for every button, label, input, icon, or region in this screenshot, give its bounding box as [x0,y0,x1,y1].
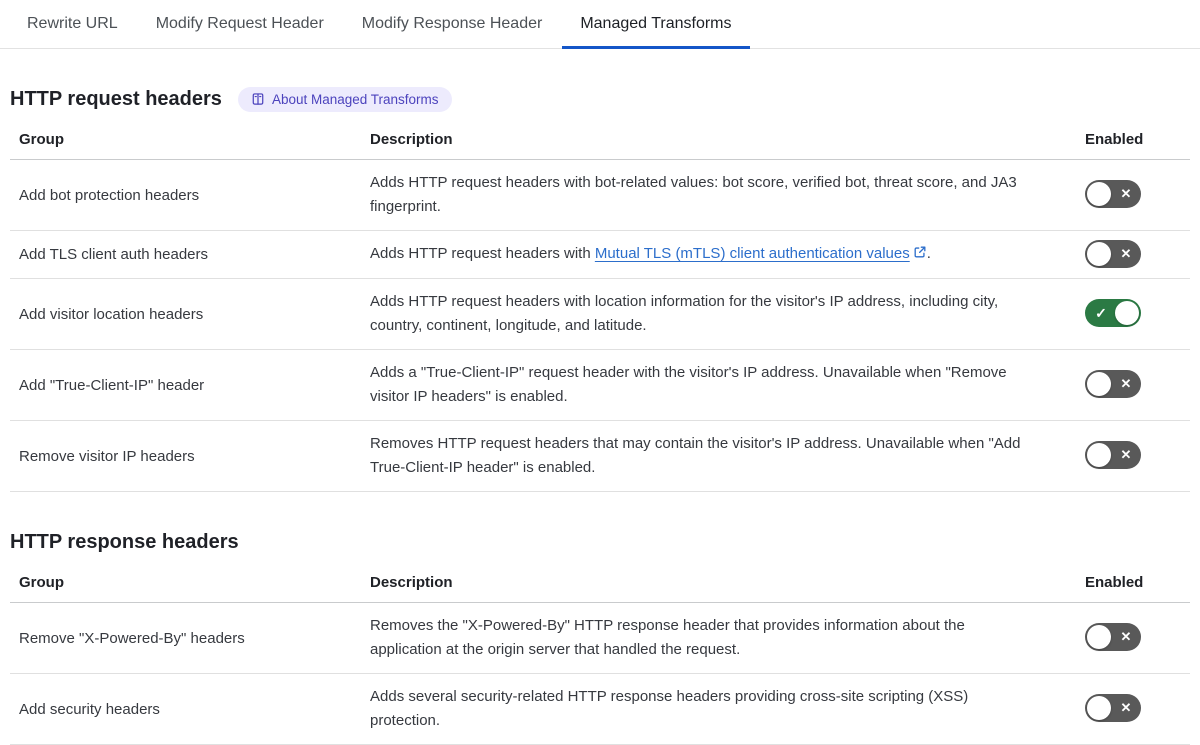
x-icon: ✕ [1120,447,1132,462]
toggle-add-bot-protection-headers[interactable]: ✕ [1085,180,1141,208]
table-row-remove-visitor-ip-headers: Remove visitor IP headers Removes HTTP r… [10,420,1190,492]
section-title: HTTP request headers [10,88,222,110]
tab-label: Rewrite URL [27,15,118,32]
toggle-knob [1087,625,1111,649]
group-cell: Add security headers [10,673,370,745]
transforms-table: Group Description Enabled Add bot protec… [10,121,1190,492]
table-row-add-bot-protection-headers: Add bot protection headers Adds HTTP req… [10,159,1190,231]
about-managed-transforms-badge[interactable]: About Managed Transforms [237,86,452,112]
toggle-add-security-headers[interactable]: ✕ [1085,694,1141,722]
description-text: . [926,245,931,262]
section-title: HTTP response headers [10,531,239,553]
x-icon: ✕ [1120,245,1132,261]
group-cell: Remove visitor IP headers [10,420,370,492]
description-cell: Adds a "True-Client-IP" request header w… [370,349,1085,421]
toggle-remove-x-powered-by-headers[interactable]: ✕ [1085,623,1141,651]
managed-transforms-content: HTTP request headers About Managed Trans… [0,86,1200,745]
column-header-group: Group [10,121,370,160]
table-row-add-true-client-ip-header: Add "True-Client-IP" header Adds a "True… [10,349,1190,421]
tab-rewrite-url[interactable]: Rewrite URL [9,0,136,48]
group-cell: Add visitor location headers [10,278,370,350]
tab-label: Modify Response Header [361,15,543,32]
description-cell: Adds several security-related HTTP respo… [370,673,1085,745]
table-row-add-tls-client-auth-headers: Add TLS client auth headers Adds HTTP re… [10,230,1190,279]
badge-label: About Managed Transforms [271,91,439,107]
toggle-add-visitor-location-headers[interactable]: ✓ [1085,299,1141,327]
table-row-add-security-headers: Add security headers Adds several securi… [10,673,1190,745]
column-header-enabled: Enabled [1085,121,1190,160]
description-text: Adds HTTP request headers with [370,245,595,262]
transform-rules-tabbar: Rewrite URL Modify Request Header Modify R… [0,0,1200,49]
toggle-add-tls-client-auth-headers[interactable]: ✕ [1085,239,1141,268]
tab-modify-request-header[interactable]: Modify Request Header [138,0,342,48]
section-http-request-headers: HTTP request headers About Managed Trans… [10,86,1190,492]
toggle-knob [1115,301,1139,325]
x-icon: ✕ [1120,376,1132,391]
x-icon: ✕ [1120,700,1132,715]
toggle-add-true-client-ip-header[interactable]: ✕ [1085,370,1141,398]
book-icon [251,92,265,106]
external-link-icon [913,243,927,267]
description-cell: Adds HTTP request headers with location … [370,278,1085,350]
group-cell: Add "True-Client-IP" header [10,349,370,421]
column-header-group: Group [10,564,370,603]
x-icon: ✕ [1120,186,1132,201]
tab-label: Modify Request Header [155,15,324,32]
table-row-add-visitor-location-headers: Add visitor location headers Adds HTTP r… [10,278,1190,350]
table-row-remove-x-powered-by-headers: Remove "X-Powered-By" headers Removes th… [10,602,1190,674]
description-cell: Adds HTTP request headers with Mutual TL… [370,230,1085,279]
toggle-knob [1087,696,1111,720]
toggle-remove-visitor-ip-headers[interactable]: ✕ [1085,441,1141,469]
column-header-description: Description [370,564,1085,603]
toggle-knob [1087,241,1111,266]
tab-modify-response-header[interactable]: Modify Response Header [344,0,561,48]
section-head: HTTP response headers [10,529,1190,555]
toggle-knob [1087,443,1111,467]
toggle-knob [1087,182,1111,206]
group-cell: Add TLS client auth headers [10,230,370,279]
x-icon: ✕ [1120,629,1132,644]
group-cell: Add bot protection headers [10,159,370,231]
tab-managed-transforms[interactable]: Managed Transforms [562,0,750,49]
mtls-docs-link[interactable]: Mutual TLS (mTLS) client authentication … [595,245,910,262]
description-cell: Removes the "X-Powered-By" HTTP response… [370,602,1085,674]
section-http-response-headers: HTTP response headers Group Description … [10,529,1190,745]
tab-label: Managed Transforms [580,15,732,32]
column-header-enabled: Enabled [1085,564,1190,603]
section-head: HTTP request headers About Managed Trans… [10,86,1190,112]
column-header-description: Description [370,121,1085,160]
description-cell: Adds HTTP request headers with bot-relat… [370,159,1085,231]
check-icon: ✓ [1095,304,1107,321]
toggle-knob [1087,372,1111,396]
group-cell: Remove "X-Powered-By" headers [10,602,370,674]
transforms-table: Group Description Enabled Remove "X-Powe… [10,564,1190,745]
description-cell: Removes HTTP request headers that may co… [370,420,1085,492]
